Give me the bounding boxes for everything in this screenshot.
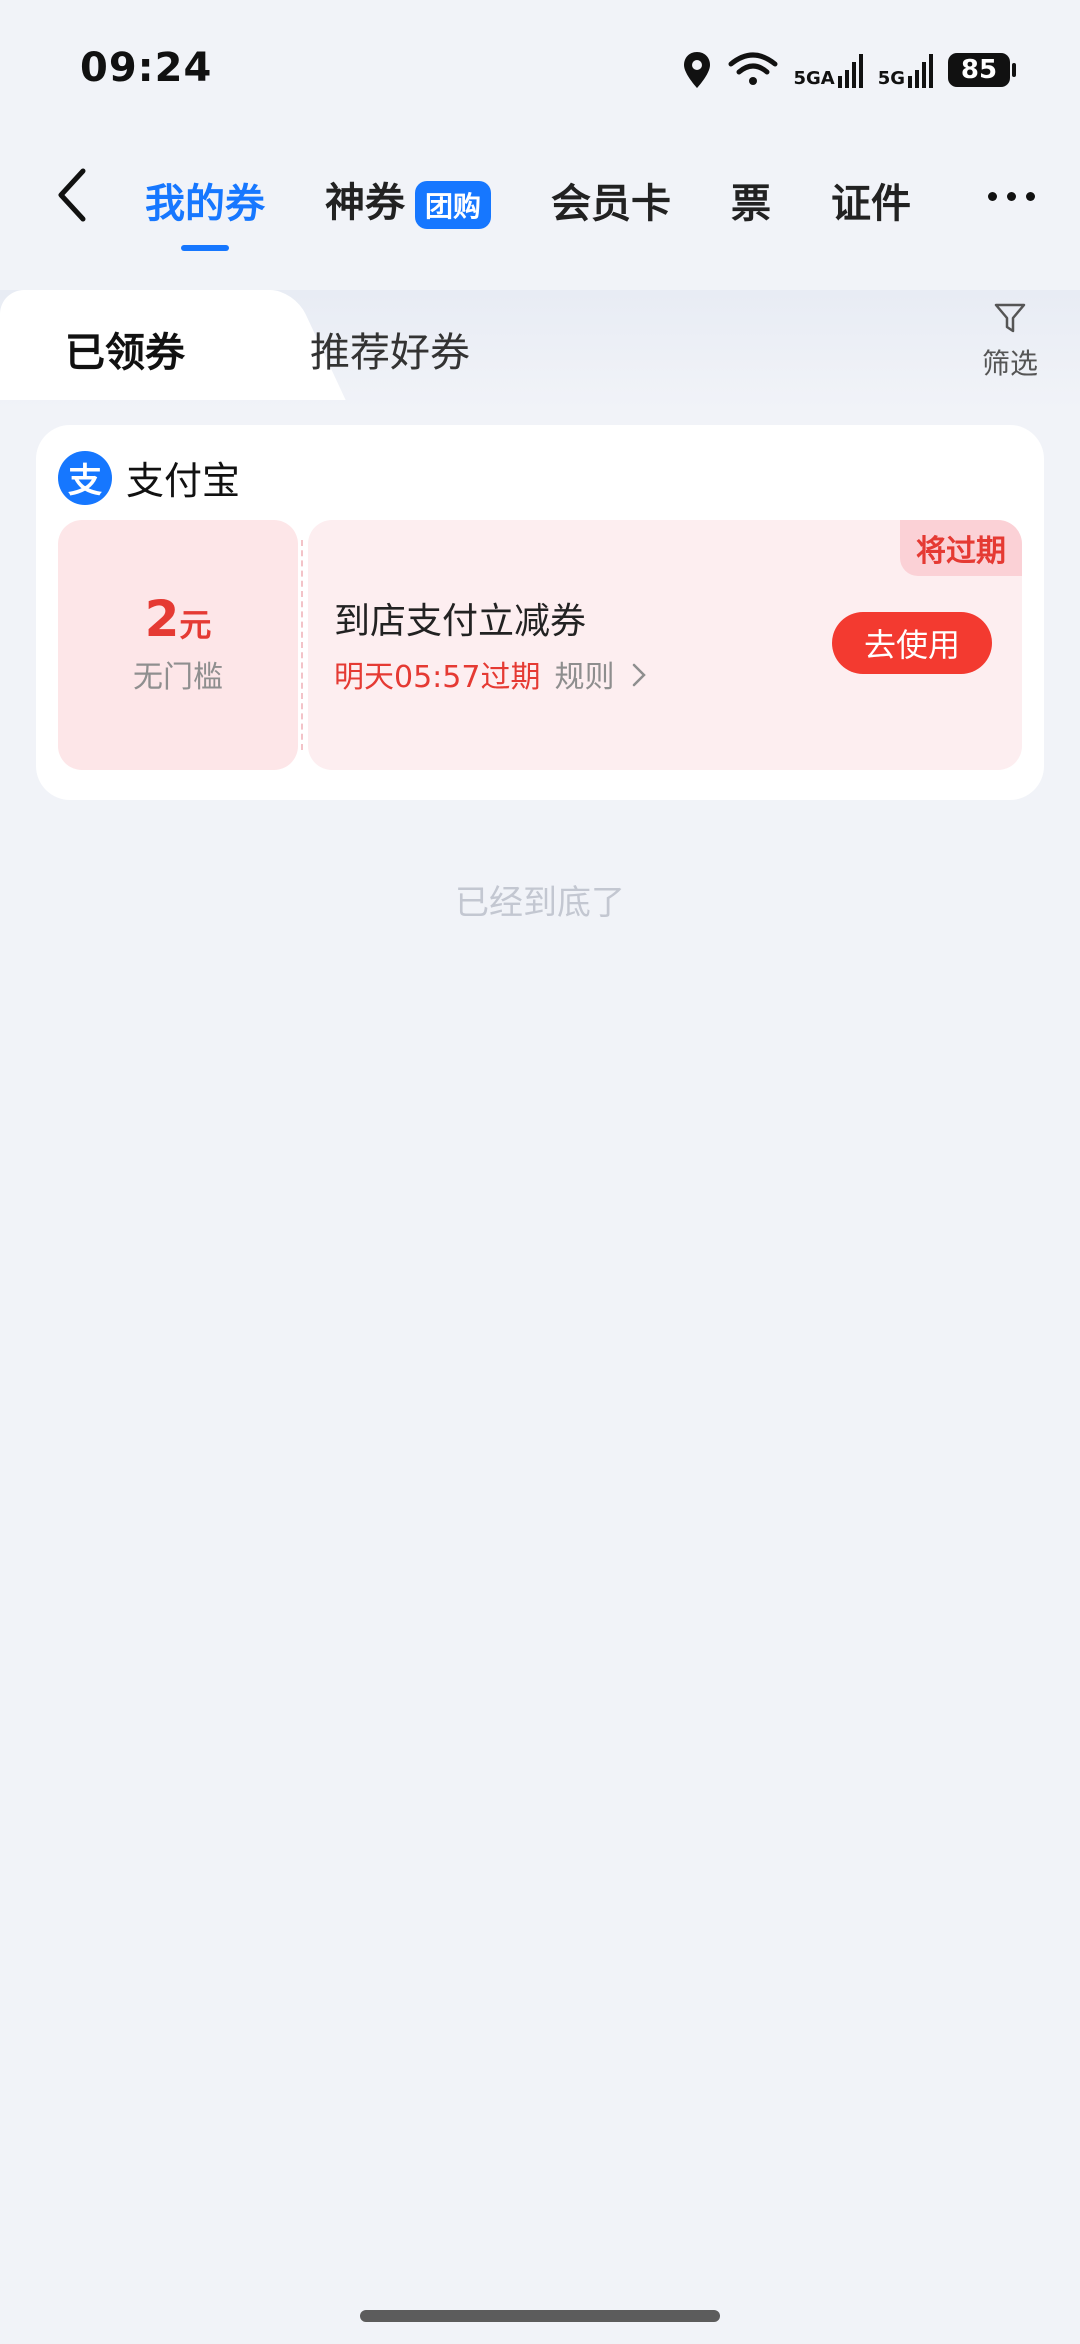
subtab-recommended[interactable]: 推荐好券 [310,320,470,378]
rules-label: 规则 [554,660,615,695]
tab-my-coupons[interactable]: 我的券 [145,171,265,229]
top-navigation: 我的券 神券 团购 会员卡 票 证件 [0,150,1080,250]
amount-number: 2 [144,590,180,648]
status-icons: 5GA 5G 85 [681,50,1016,90]
back-icon[interactable] [45,165,105,225]
chevron-right-icon [632,663,646,687]
coupon-value-panel: 2元 无门槛 [58,520,298,770]
tab-ids[interactable]: 证件 [831,171,911,229]
signal-bars-icon [837,54,863,88]
rules-link[interactable]: 规则 [554,652,646,696]
battery-indicator: 85 [948,53,1016,87]
more-options-icon[interactable] [988,192,1035,201]
coupon-amount: 2元 [58,590,298,648]
coupon-card: 支 支付宝 2元 无门槛 将过期 到店支付立减券 明天05:57过期 规则 去使… [36,425,1044,800]
coupon-meta: 明天05:57过期 规则 [334,652,646,696]
expire-text: 明天05:57过期 [334,660,541,695]
tab-super-coupons-label: 神券 [325,180,405,226]
coupon-threshold: 无门槛 [133,660,223,695]
signal-5ga: 5GA [793,52,863,88]
coupon-detail-panel: 将过期 到店支付立减券 明天05:57过期 规则 去使用 [308,520,1022,770]
filter-label: 筛选 [981,347,1038,380]
status-time: 09:24 [80,45,213,91]
card-header: 支 支付宝 [58,450,240,505]
home-indicator[interactable] [360,2310,720,2322]
filter-icon [994,303,1026,333]
coupon-subtabs: 已领券 推荐好券 筛选 [0,290,1080,410]
coupon-title: 到店支付立减券 [334,601,587,642]
signal-5g: 5G [878,52,934,88]
end-of-list-text: 已经到底了 [455,883,625,923]
amount-unit: 元 [179,606,212,644]
group-buy-badge: 团购 [415,181,492,229]
filter-button[interactable]: 筛选 [975,300,1045,382]
subtab-claimed[interactable]: 已领券 [65,320,185,378]
tab-member-cards[interactable]: 会员卡 [551,171,671,229]
wifi-icon [728,52,778,85]
coupon-ticket[interactable]: 2元 无门槛 将过期 到店支付立减券 明天05:57过期 规则 去使用 [58,520,1022,770]
alipay-icon: 支 [58,450,112,505]
expiring-badge: 将过期 [900,520,1022,576]
use-coupon-button[interactable]: 去使用 [832,612,992,674]
category-tabs: 我的券 神券 团购 会员卡 票 证件 [145,170,980,229]
merchant-name: 支付宝 [126,459,241,503]
status-bar: 09:24 5GA 5G 85 [0,0,1080,140]
tab-super-coupons[interactable]: 神券 团购 [325,170,492,229]
location-icon [684,52,711,88]
tab-tickets[interactable]: 票 [731,171,771,229]
coupon-divider [301,540,303,750]
signal-bars-icon [908,54,933,88]
